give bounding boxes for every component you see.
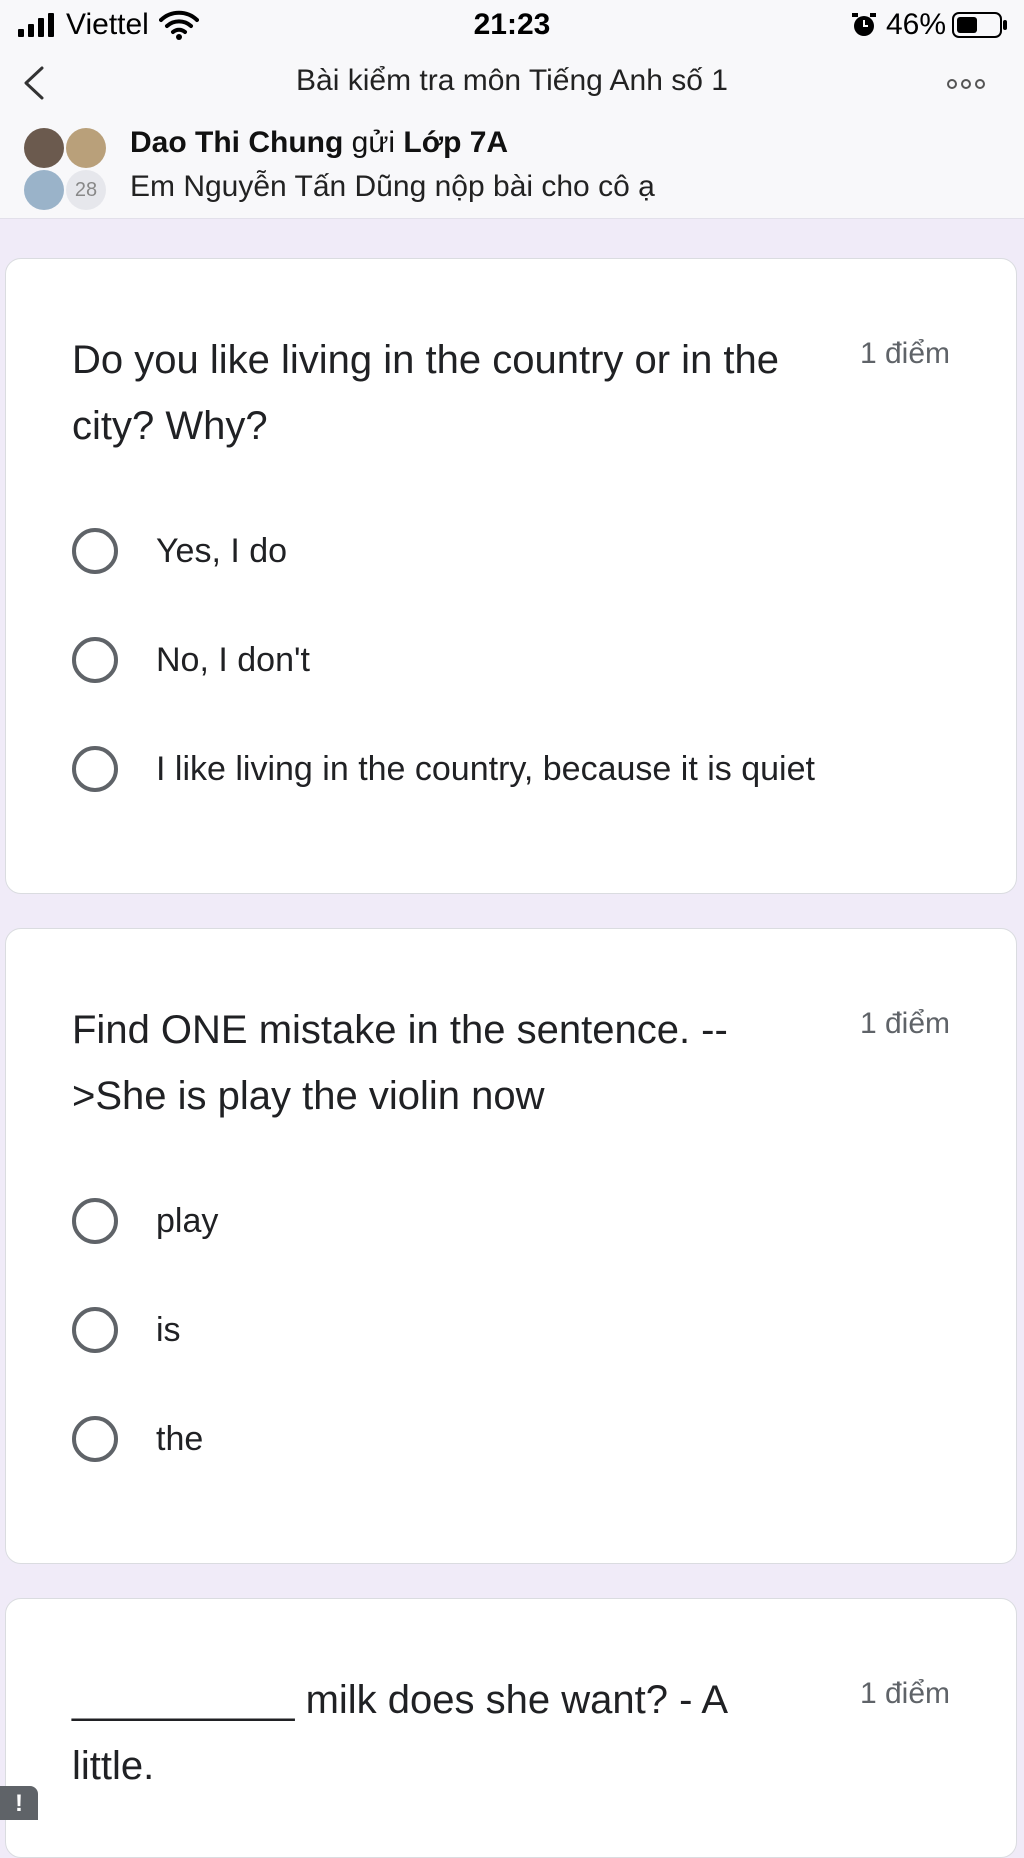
question-title: Do you like living in the country or in …	[72, 338, 780, 448]
question-title: __________ milk does she want? - A littl…	[72, 1678, 726, 1788]
back-chevron-icon[interactable]	[18, 64, 52, 102]
question-points: 1 điểm	[859, 337, 950, 370]
option-label: Yes, I do	[156, 531, 288, 570]
radio-button[interactable]	[72, 1198, 118, 1244]
radio-button[interactable]	[72, 1416, 118, 1462]
answer-option[interactable]: the	[72, 1411, 203, 1467]
option-label: is	[156, 1310, 181, 1349]
page-title: Bài kiểm tra môn Tiếng Anh số 1	[296, 64, 728, 97]
status-bar: Viettel 21:23 46%	[0, 0, 1024, 52]
group-avatars: 28	[24, 128, 108, 210]
alarm-icon	[851, 13, 876, 36]
more-options-icon[interactable]	[946, 72, 986, 96]
option-label: No, I don't	[156, 640, 310, 679]
answer-option[interactable]: Yes, I do	[72, 523, 287, 579]
option-label: I like living in the country, because it…	[156, 749, 815, 788]
question-card: Do you like living in the country or in …	[5, 258, 1017, 894]
battery-percent: 46%	[885, 8, 946, 41]
question-title: Find ONE mistake in the sentence. -->She…	[72, 1008, 728, 1118]
sender-line: Dao Thi Chung gửi Lớp 7A	[130, 126, 508, 160]
option-label: the	[156, 1419, 204, 1458]
nav-bar: Bài kiểm tra môn Tiếng Anh số 1	[0, 52, 1024, 114]
group-name: Lớp 7A	[403, 126, 509, 159]
status-right: 46%	[850, 8, 1008, 42]
sender-name: Dao Thi Chung	[130, 126, 344, 159]
radio-button[interactable]	[72, 637, 118, 683]
message-preview: Em Nguyễn Tấn Dũng nộp bài cho cô ạ	[130, 170, 655, 203]
answer-option[interactable]: play	[72, 1193, 218, 1249]
sender-verb: gửi	[351, 126, 396, 159]
question-card: Find ONE mistake in the sentence. -->She…	[5, 928, 1017, 1564]
question-card: __________ milk does she want? - A littl…	[5, 1598, 1017, 1858]
answer-option[interactable]: No, I don't	[72, 632, 310, 688]
radio-button[interactable]	[72, 528, 118, 574]
chat-header[interactable]: 28 Dao Thi Chung gửi Lớp 7A Em Nguyễn Tấ…	[0, 114, 1024, 219]
question-points: 1 điểm	[859, 1677, 950, 1710]
radio-button[interactable]	[72, 1307, 118, 1353]
answer-option[interactable]: I like living in the country, because it…	[72, 741, 815, 797]
avatar	[24, 170, 64, 210]
avatar	[66, 128, 106, 168]
answer-option[interactable]: is	[72, 1302, 181, 1358]
feedback-badge[interactable]: !	[0, 1786, 38, 1820]
avatar	[24, 128, 64, 168]
radio-button[interactable]	[72, 746, 118, 792]
option-label: play	[156, 1201, 219, 1240]
member-count: 28	[66, 170, 106, 210]
battery-icon	[952, 12, 1007, 38]
question-points: 1 điểm	[859, 1007, 950, 1040]
